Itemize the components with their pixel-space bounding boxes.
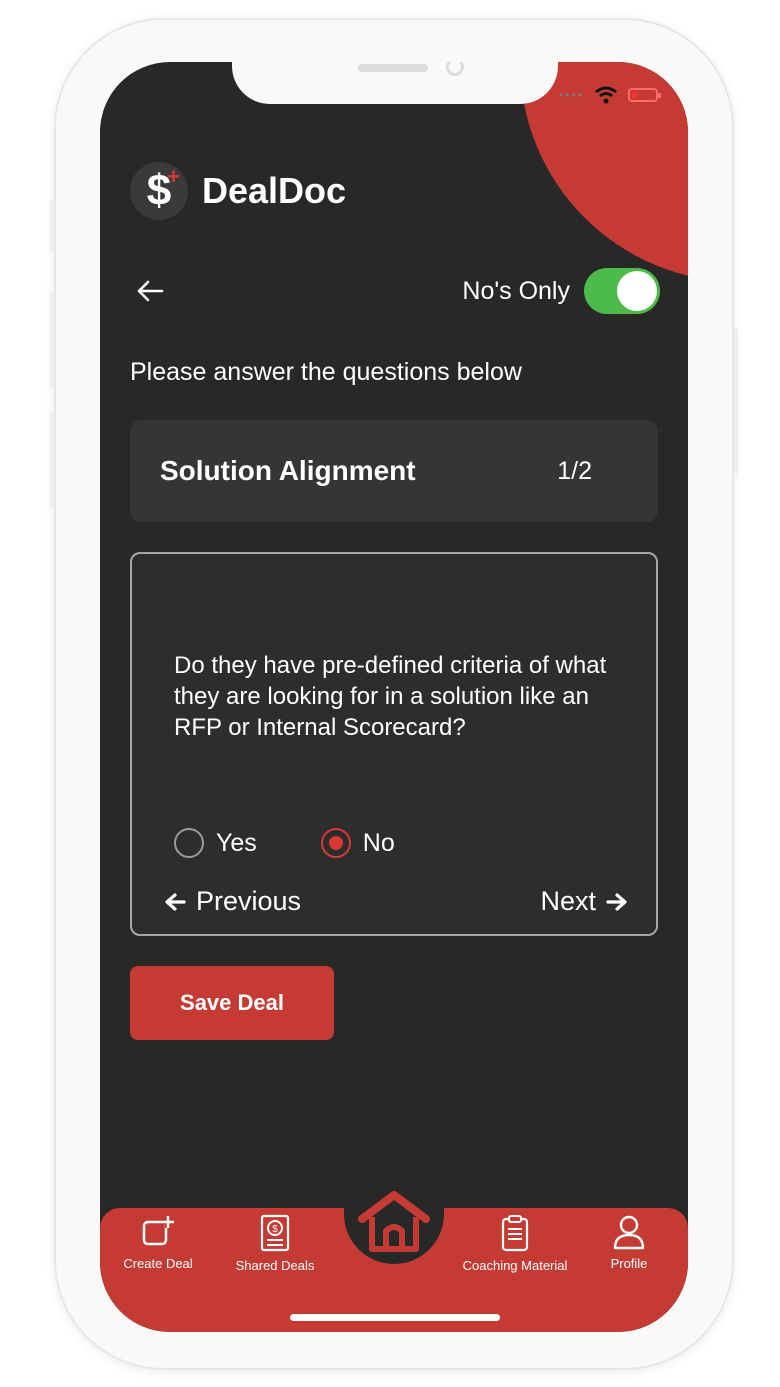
clipboard-icon [501,1215,529,1252]
tab-shared-deals-label: Shared Deals [235,1258,315,1273]
tab-shared-deals[interactable]: $ Shared Deals [228,1214,322,1273]
tab-home[interactable] [344,1180,444,1264]
next-button[interactable]: Next [540,886,628,917]
tab-profile-label: Profile [610,1256,648,1271]
tab-coaching-material[interactable]: Coaching Material [452,1214,578,1273]
tab-create-deal[interactable]: Create Deal [120,1214,196,1271]
option-no[interactable]: No [320,828,395,858]
nos-only-toggle[interactable] [584,268,660,314]
question-text: Do they have pre-defined criteria of wha… [174,652,607,741]
status-bar: •••• [559,86,661,104]
section-progress: 1/2 [557,456,592,485]
instruction-text: Please answer the questions below [130,358,522,386]
notch [232,62,558,104]
volume-down-button [50,412,54,508]
profile-icon [613,1215,645,1250]
volume-up-button [50,292,54,388]
home-indicator [290,1314,500,1321]
next-label: Next [540,886,596,916]
dollar-logo-icon: $ + [130,162,188,220]
option-yes[interactable]: Yes [174,828,257,858]
back-arrow-icon[interactable] [136,276,164,310]
app-logo: $ + DealDoc [130,162,346,220]
radio-yes[interactable] [174,828,204,858]
create-deal-icon [142,1216,174,1246]
arrow-left-icon [165,892,186,911]
camera [446,62,464,76]
shared-deals-icon: $ [260,1214,290,1252]
tab-coaching-material-label: Coaching Material [462,1258,568,1273]
app-screen: •••• $ + DealDoc No's Only Please answer … [100,62,688,1332]
question-card: Do they have pre-defined criteria of wha… [130,552,658,936]
previous-label: Previous [196,886,302,916]
previous-button[interactable]: Previous [164,886,301,917]
tab-profile[interactable]: Profile [598,1214,660,1271]
option-no-label: No [362,828,395,857]
battery-icon [628,88,661,102]
svg-text:$: $ [272,1224,278,1235]
wifi-icon [595,86,617,104]
tab-create-deal-label: Create Deal [123,1256,193,1271]
app-name: DealDoc [202,170,347,211]
answer-options: Yes No [174,828,395,858]
power-button [734,328,738,474]
option-yes-label: Yes [216,828,257,857]
nos-only-label: No's Only [462,276,570,305]
radio-no[interactable] [320,828,351,858]
home-icon [358,1191,430,1252]
section-title: Solution Alignment [160,455,416,486]
arrow-right-icon [606,892,627,911]
signal-icon: •••• [559,88,584,102]
speaker [358,64,428,72]
mute-switch [50,200,54,252]
toggle-knob [617,271,657,311]
save-deal-button[interactable]: Save Deal [130,966,334,1040]
nos-only-control: No's Only [462,268,660,314]
section-header-card: Solution Alignment 1/2 [130,420,658,522]
